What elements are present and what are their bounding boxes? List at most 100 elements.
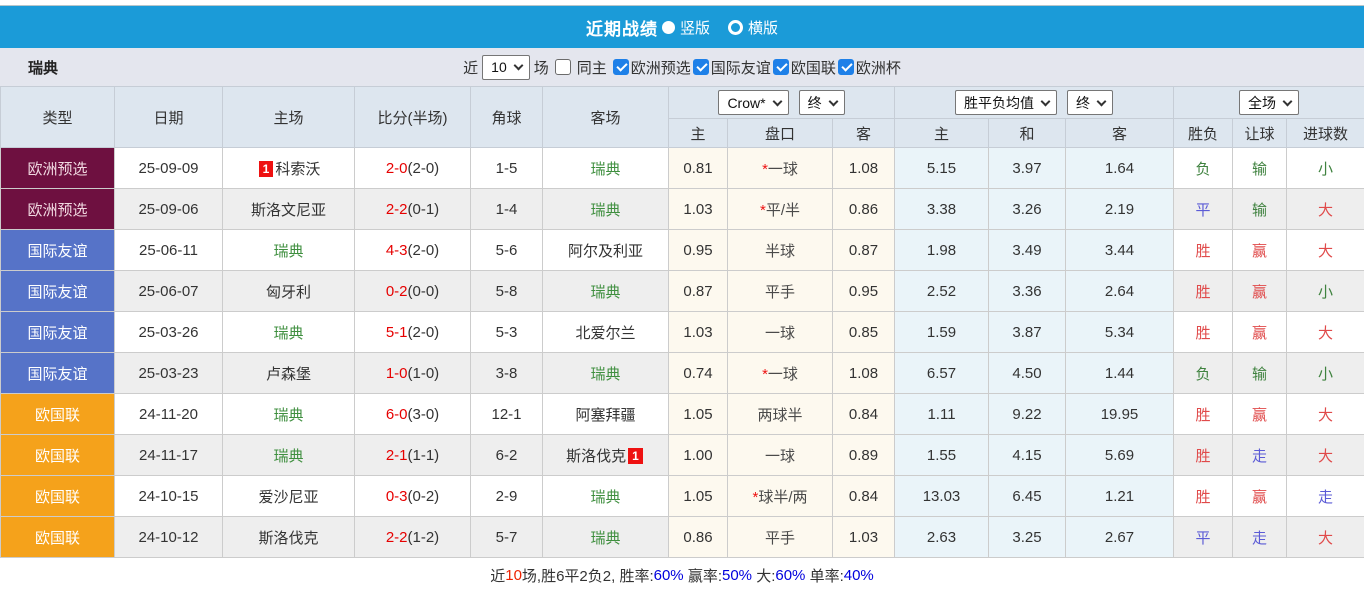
cell-avg-home: 2.63 <box>894 516 989 558</box>
cell-score: 6-0(3-0) <box>354 393 471 435</box>
scope-select[interactable]: 全场 <box>1239 90 1299 115</box>
halftime-score: (0-1) <box>407 200 440 218</box>
cell-handicap: 平手 <box>727 270 833 312</box>
handicap-text: 一球 <box>764 447 795 465</box>
same-home-checkbox[interactable] <box>554 59 571 75</box>
cell-home-team: 1 科索沃 <box>222 147 355 189</box>
cell-type: 欧洲预选 <box>0 188 115 230</box>
cell-score: 2-0(2-0) <box>354 147 471 189</box>
cell-avg-home: 1.98 <box>894 229 989 271</box>
col-header-home: 主场 <box>222 86 355 148</box>
league-checkbox[interactable] <box>837 59 854 75</box>
avg-time-value: 终 <box>1076 94 1090 111</box>
team-name-text: 斯洛文尼亚 <box>250 201 326 219</box>
table-header-row: 类型 日期 主场 比分(半场) 角球 客场 Crow* 终 胜平负均值 终 全场 <box>0 86 1364 148</box>
cell-odds-away: 1.03 <box>832 516 895 558</box>
cell-home-team: 斯洛文尼亚 <box>222 188 355 230</box>
cell-result: 负 <box>1173 352 1233 394</box>
cell-avg-home: 6.57 <box>894 352 989 394</box>
cell-let-goal: 输 <box>1232 147 1287 189</box>
cell-type: 欧国联 <box>0 516 115 558</box>
radio-selected-icon[interactable] <box>661 20 675 34</box>
layout-radio-horizontal[interactable]: 横版 <box>726 17 778 38</box>
table-row: 国际友谊 25-06-07 匈牙利 0-2(0-0) 5-8 瑞典 0.87 平手 0.95 2.… <box>0 270 1364 312</box>
avg-group-header: 胜平负均值 终 <box>894 86 1174 119</box>
handicap-text: 一球 <box>767 160 798 178</box>
avg-time-select[interactable]: 终 <box>1067 90 1113 115</box>
team-name-text: 瑞典 <box>590 488 621 506</box>
halftime-score: (0-0) <box>407 282 440 300</box>
chevron-down-icon <box>772 96 783 106</box>
table-row: 欧洲预选 25-09-09 1 科索沃 2-0(2-0) 1-5 瑞典 0.81 *一球 1.08… <box>0 147 1364 189</box>
team-name-text: 瑞典 <box>590 529 621 547</box>
col-header-handicap: 盘口 <box>727 118 833 148</box>
cell-corner: 5-8 <box>470 270 543 312</box>
cell-date: 24-10-12 <box>114 516 223 558</box>
cell-let-goal: 赢 <box>1232 475 1287 517</box>
cell-avg-home: 3.38 <box>894 188 989 230</box>
table-row: 欧洲预选 25-09-06 斯洛文尼亚 2-2(0-1) 1-4 瑞典 1.03 *平/半 0.… <box>0 188 1364 230</box>
cell-result: 胜 <box>1173 393 1233 435</box>
cell-corner: 12-1 <box>470 393 543 435</box>
cell-date: 25-03-26 <box>114 311 223 353</box>
col-header-date: 日期 <box>114 86 223 148</box>
cell-goals: 大 <box>1285 229 1364 271</box>
cell-result: 胜 <box>1173 311 1233 353</box>
layout-radio-vertical[interactable]: 竖版 <box>660 17 724 38</box>
team-name-text: 斯洛伐克 <box>258 529 319 547</box>
cell-avg-draw: 9.22 <box>988 393 1066 435</box>
fulltime-score: 1-0 <box>385 364 408 382</box>
halftime-score: (0-2) <box>407 487 440 505</box>
summary-segment: 10 <box>505 567 522 584</box>
team-name-text: 卢森堡 <box>265 365 311 383</box>
cell-score: 5-1(2-0) <box>354 311 471 353</box>
league-checkbox[interactable] <box>612 59 629 75</box>
cell-away-team: 瑞典 <box>542 147 669 189</box>
cell-handicap: *平/半 <box>727 188 833 230</box>
cell-avg-away: 1.44 <box>1065 352 1174 394</box>
cell-score: 4-3(2-0) <box>354 229 471 271</box>
cell-odds-away: 0.86 <box>832 188 895 230</box>
cell-odds-away: 0.87 <box>832 229 895 271</box>
halftime-score: (1-1) <box>407 446 440 464</box>
radio-horizontal-label[interactable]: 横版 <box>748 17 778 38</box>
league-checkbox[interactable] <box>772 59 789 75</box>
cell-result: 平 <box>1173 188 1233 230</box>
cell-result: 胜 <box>1173 270 1233 312</box>
cell-corner: 5-3 <box>470 311 543 353</box>
radio-unselected-icon[interactable] <box>728 19 743 35</box>
cell-away-team: 斯洛伐克 1 <box>542 434 669 476</box>
halftime-score: (1-0) <box>407 364 440 382</box>
league-checkbox[interactable] <box>692 59 709 75</box>
radio-vertical-label[interactable]: 竖版 <box>680 17 710 38</box>
avg-type-select[interactable]: 胜平负均值 <box>955 90 1057 115</box>
odds-time-select[interactable]: 终 <box>798 90 845 115</box>
cell-away-team: 瑞典 <box>542 516 669 558</box>
handicap-text: 半球 <box>764 242 795 260</box>
summary-segment: 50% <box>722 567 753 584</box>
cell-odds-away: 0.85 <box>832 311 895 353</box>
col-header-corner: 角球 <box>470 86 543 148</box>
cell-avg-away: 19.95 <box>1065 393 1174 435</box>
halftime-score: (1-2) <box>407 528 440 546</box>
team-name-text: 瑞典 <box>273 447 304 465</box>
team-name-text: 瑞典 <box>590 201 621 219</box>
cell-goals: 大 <box>1285 434 1364 476</box>
match-count-select[interactable]: 10 <box>482 54 530 80</box>
odds-company-select[interactable]: Crow* <box>718 90 789 115</box>
cell-corner: 5-6 <box>470 229 543 271</box>
cell-handicap: 半球 <box>727 229 833 271</box>
cell-home-team: 爱沙尼亚 <box>222 475 355 517</box>
handicap-text: 平手 <box>764 283 795 301</box>
cell-let-goal: 输 <box>1232 188 1287 230</box>
title-bar: 近期战绩 竖版 横版 <box>0 6 1364 48</box>
cell-avg-home: 1.59 <box>894 311 989 353</box>
cell-corner: 1-4 <box>470 188 543 230</box>
cell-odds-home: 1.05 <box>668 393 728 435</box>
cell-handicap: 两球半 <box>727 393 833 435</box>
summary-bar: 近 10 场,胜6平2负2, 胜率: 60% 赢率: 50% 大: 60% 单率: 40% <box>0 558 1364 593</box>
cell-avg-home: 5.15 <box>894 147 989 189</box>
league-label: 国际友谊 <box>710 59 771 77</box>
summary-segment: 赢率: <box>683 568 722 585</box>
cell-type: 欧洲预选 <box>0 147 115 189</box>
